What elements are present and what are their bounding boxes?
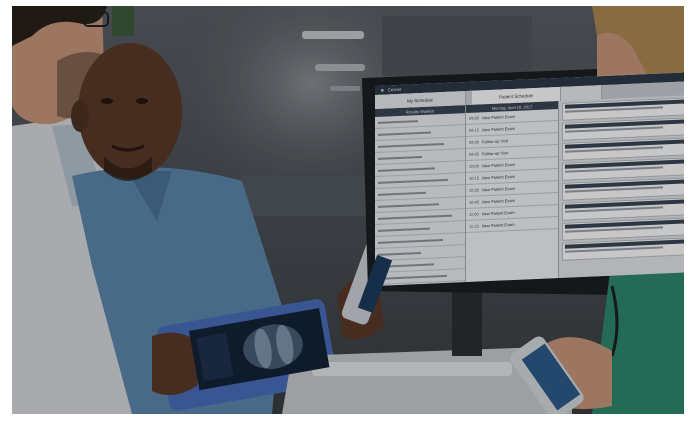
schedule-label: New Patient Exam [482, 185, 515, 193]
worklist-row-text [378, 166, 435, 172]
schedule-label: New Patient Exam [482, 113, 515, 121]
green-sign [112, 6, 134, 36]
schedule-row[interactable]: 11:15 New Patient Exam [466, 217, 558, 234]
schedule-time: 09:00 [469, 115, 480, 121]
schedule-label: New Patient Exam [482, 197, 515, 205]
schedule-time: 10:45 [469, 199, 480, 205]
schedule-list: Monday, April 10, 2017 09:00 New Patient … [466, 100, 559, 283]
schedule-label: New Patient Exam [481, 221, 515, 229]
nurse-ear [71, 100, 89, 132]
schedule-time: 09:30 [469, 139, 480, 145]
corridor-end [242, 176, 372, 216]
schedule-time: 10:00 [469, 163, 480, 169]
worklist-row-text [378, 191, 426, 196]
nurse-eye [101, 98, 113, 104]
schedule-label: Follow-up Visit [482, 150, 508, 157]
app-logo-icon: ■ [381, 87, 384, 93]
worklist-row-text [378, 227, 430, 232]
worklist-row-text [378, 178, 448, 184]
schedule-time: 09:45 [469, 151, 480, 157]
worklist-row-text [378, 119, 418, 124]
ceiling-light [315, 64, 365, 71]
worklist-row-text [378, 155, 422, 160]
schedule-label: Follow-up Visit [482, 138, 508, 145]
worklist-row[interactable] [375, 269, 465, 285]
photo: ■ Cerner My Schedule Patient Schedule Re… [12, 6, 684, 414]
schedule-time: 09:15 [469, 127, 480, 133]
nurse-head [78, 43, 182, 179]
schedule-label: New Patient Exam [482, 161, 515, 169]
ceiling-light [330, 86, 360, 91]
worklist-row-text [378, 238, 443, 244]
schedule-label: New Patient Exam [481, 209, 515, 217]
panes: Results Worklist Monday, April 10, 2017 … [375, 95, 684, 286]
schedule-time: 10:30 [469, 187, 480, 193]
monitor-screen: ■ Cerner My Schedule Patient Schedule Re… [375, 72, 684, 287]
worklist-row-text [378, 131, 431, 136]
worklist-row-text [378, 251, 421, 256]
schedule-label: New Patient Exam [482, 125, 515, 133]
schedule-time: 10:15 [469, 175, 480, 181]
worklist-row-text [378, 214, 452, 220]
app-title: Cerner [387, 86, 402, 93]
worklist-row-text [378, 142, 444, 148]
worklist-row-text [378, 202, 439, 208]
ceiling-light [302, 31, 364, 39]
nurse-eye [136, 98, 148, 104]
worklist-row-text [378, 274, 447, 280]
cart-tray [312, 362, 512, 376]
schedule-label: New Patient Exam [482, 173, 515, 181]
schedule-time: 11:15 [469, 223, 479, 229]
detail-pane [559, 95, 684, 278]
schedule-time: 11:00 [469, 211, 479, 217]
detail-card[interactable] [562, 237, 684, 261]
